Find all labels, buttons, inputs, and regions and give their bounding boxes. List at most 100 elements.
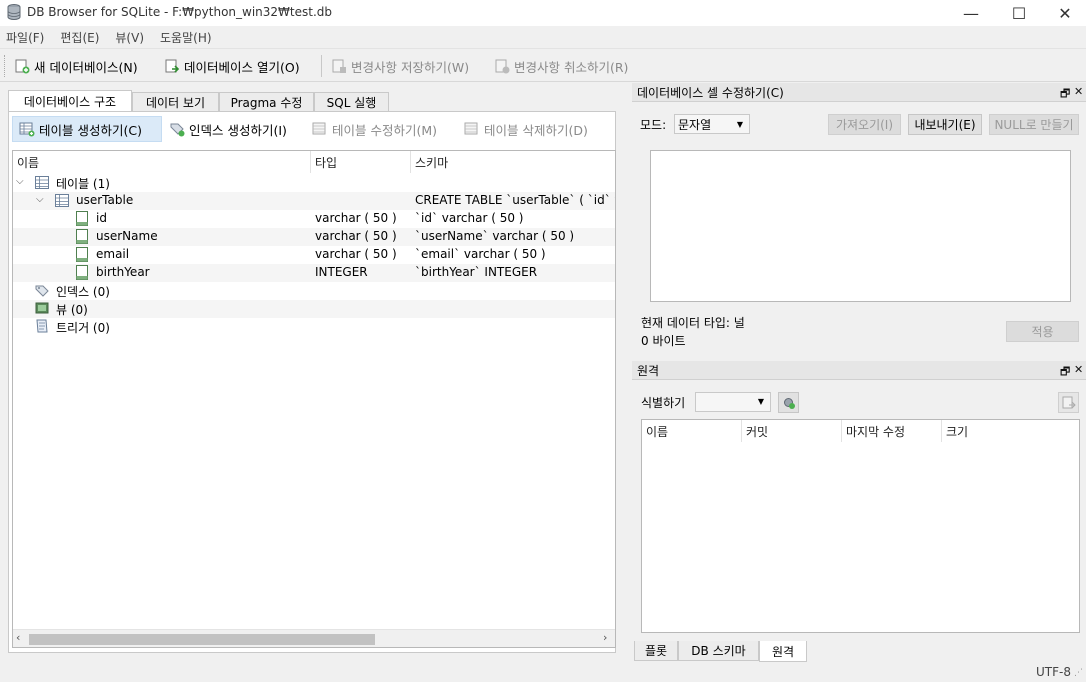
tab-plot[interactable]: 플롯 [634, 641, 678, 661]
column-name: userName [96, 229, 158, 243]
float-dock-icon[interactable]: 🗗 [1060, 85, 1070, 104]
resize-grip-icon[interactable]: ⋰ [1074, 668, 1084, 680]
chevron-down-icon[interactable]: ⌵ [16, 176, 26, 188]
new-database-button[interactable]: 새 데이터베이스(N) [14, 55, 138, 77]
table-group-icon [35, 176, 49, 189]
column-type: varchar ( 50 ) [315, 247, 397, 261]
tab-browse-data[interactable]: 데이터 보기 [132, 92, 219, 112]
mode-value: 문자열 [678, 117, 712, 132]
scroll-left-icon[interactable]: ‹ [16, 631, 20, 644]
column-header-name[interactable]: 이름 [13, 151, 311, 173]
horizontal-scrollbar[interactable]: ‹ › [13, 629, 615, 647]
remote-dock-title: 원격 🗗 ✕ [632, 361, 1086, 380]
indices-node-label: 인덱스 (0) [56, 285, 110, 299]
import-button[interactable]: 가져오기(I) [828, 114, 901, 135]
dropdown-arrow-icon: ▼ [757, 397, 764, 406]
toolbar-grip [4, 55, 6, 77]
dropdown-arrow-icon: ▼ [736, 119, 743, 129]
field-icon [76, 247, 88, 262]
remote-header-name[interactable]: 이름 [642, 420, 742, 442]
close-dock-icon[interactable]: ✕ [1074, 363, 1083, 376]
column-header-schema[interactable]: 스키마 [411, 151, 615, 173]
remote-list[interactable]: 이름 커밋 마지막 수정 크기 [641, 419, 1080, 633]
triggers-node-label: 트리거 (0) [56, 321, 110, 335]
tab-db-schema[interactable]: DB 스키마 [678, 641, 759, 661]
column-schema: `userName` varchar ( 50 ) [415, 229, 575, 243]
float-dock-icon[interactable]: 🗗 [1060, 363, 1070, 382]
export-button[interactable]: 내보내기(E) [908, 114, 982, 135]
tree-node-usertable[interactable]: ⌵ userTable CREATE TABLE `userTable` ( `… [13, 192, 615, 210]
write-changes-button[interactable]: 변경사항 저장하기(W) [331, 55, 469, 77]
scrollbar-thumb[interactable] [29, 634, 375, 645]
new-database-label: 새 데이터베이스(N) [34, 59, 138, 75]
tree-node-column[interactable]: userName varchar ( 50 ) `userName` varch… [13, 228, 615, 246]
scroll-right-icon[interactable]: › [603, 631, 607, 644]
views-node-label: 뷰 (0) [56, 303, 88, 317]
close-window-button[interactable]: ✕ [1042, 0, 1086, 26]
tables-node-label: 테이블 (1) [56, 177, 110, 191]
mode-select[interactable]: 문자열 ▼ [674, 114, 750, 134]
apply-button[interactable]: 적용 [1006, 321, 1079, 342]
data-type-info: 현재 데이터 타입: 널 [641, 316, 745, 330]
close-dock-icon[interactable]: ✕ [1074, 85, 1083, 98]
tab-database-structure[interactable]: 데이터베이스 구조 [8, 90, 132, 112]
delete-table-button[interactable]: 테이블 삭제하기(D) [458, 116, 594, 142]
new-database-icon [15, 59, 30, 74]
tree-node-column[interactable]: birthYear INTEGER `birthYear` INTEGER [13, 264, 615, 282]
menu-view[interactable]: 뷰(V) [115, 29, 144, 46]
main-toolbar: 새 데이터베이스(N) 데이터베이스 열기(O) 변경사항 저장하기(W) 변경… [0, 48, 1086, 82]
column-name: id [96, 211, 107, 225]
revert-changes-button[interactable]: 변경사항 취소하기(R) [494, 55, 628, 77]
table-name: userTable [76, 193, 134, 207]
schema-tree[interactable]: 이름 타입 스키마 ⌵ 테이블 (1) ⌵ userTable CREATE T… [12, 150, 616, 648]
open-database-label: 데이터베이스 열기(O) [184, 59, 300, 75]
column-header-type[interactable]: 타입 [311, 151, 411, 173]
window-title: DB Browser for SQLite - F:₩python_win32₩… [27, 5, 333, 19]
push-button[interactable] [1058, 392, 1079, 413]
tree-node-column[interactable]: id varchar ( 50 ) `id` varchar ( 50 ) [13, 210, 615, 228]
remote-title: 원격 [637, 363, 660, 378]
tab-edit-pragmas[interactable]: Pragma 수정 [219, 92, 314, 112]
tab-remote[interactable]: 원격 [759, 641, 807, 662]
remote-header-last-modified[interactable]: 마지막 수정 [842, 420, 942, 442]
minimize-button[interactable]: — [948, 0, 994, 26]
modify-table-button[interactable]: 테이블 수정하기(M) [306, 116, 443, 142]
encoding-status: UTF-8 [1036, 665, 1071, 679]
create-index-button[interactable]: 인덱스 생성하기(I) [163, 116, 293, 142]
index-icon [35, 285, 49, 297]
cell-editor-textarea[interactable] [650, 150, 1071, 302]
revert-changes-icon [495, 59, 510, 74]
chevron-down-icon[interactable]: ⌵ [36, 194, 46, 206]
set-null-button[interactable]: NULL로 만들기 [989, 114, 1079, 135]
maximize-button[interactable]: ☐ [996, 0, 1042, 26]
menu-edit[interactable]: 편집(E) [60, 29, 99, 46]
field-icon [76, 211, 88, 226]
data-size-info: 0 바이트 [641, 334, 686, 348]
identity-select[interactable]: ▼ [695, 392, 771, 412]
tree-node-tables[interactable]: ⌵ 테이블 (1) [13, 174, 615, 192]
trigger-icon [36, 319, 48, 333]
create-table-button[interactable]: 테이블 생성하기(C) [12, 116, 162, 142]
menu-file[interactable]: 파일(F) [6, 29, 44, 46]
field-icon [76, 229, 88, 244]
save-changes-icon [332, 59, 346, 73]
add-identity-button[interactable] [778, 392, 799, 413]
tree-node-indices[interactable]: 인덱스 (0) [13, 282, 615, 300]
modify-table-icon [312, 122, 326, 135]
edit-cell-dock-title: 데이터베이스 셀 수정하기(C) 🗗 ✕ [632, 83, 1086, 102]
identity-label: 식별하기 [641, 396, 686, 410]
tab-execute-sql[interactable]: SQL 실행 [314, 92, 389, 112]
remote-header-commit[interactable]: 커밋 [742, 420, 842, 442]
menu-help[interactable]: 도움말(H) [160, 29, 212, 46]
delete-table-label: 테이블 삭제하기(D) [484, 122, 588, 138]
gear-icon [784, 398, 795, 409]
column-name: birthYear [96, 265, 150, 279]
tree-node-column[interactable]: email varchar ( 50 ) `email` varchar ( 5… [13, 246, 615, 264]
tree-node-views[interactable]: 뷰 (0) [13, 300, 615, 318]
open-database-button[interactable]: 데이터베이스 열기(O) [164, 55, 300, 77]
create-index-label: 인덱스 생성하기(I) [189, 122, 287, 138]
column-type: INTEGER [315, 265, 368, 279]
tree-node-triggers[interactable]: 트리거 (0) [13, 318, 615, 336]
edit-cell-title: 데이터베이스 셀 수정하기(C) [637, 85, 784, 100]
remote-header-size[interactable]: 크기 [942, 420, 1079, 442]
